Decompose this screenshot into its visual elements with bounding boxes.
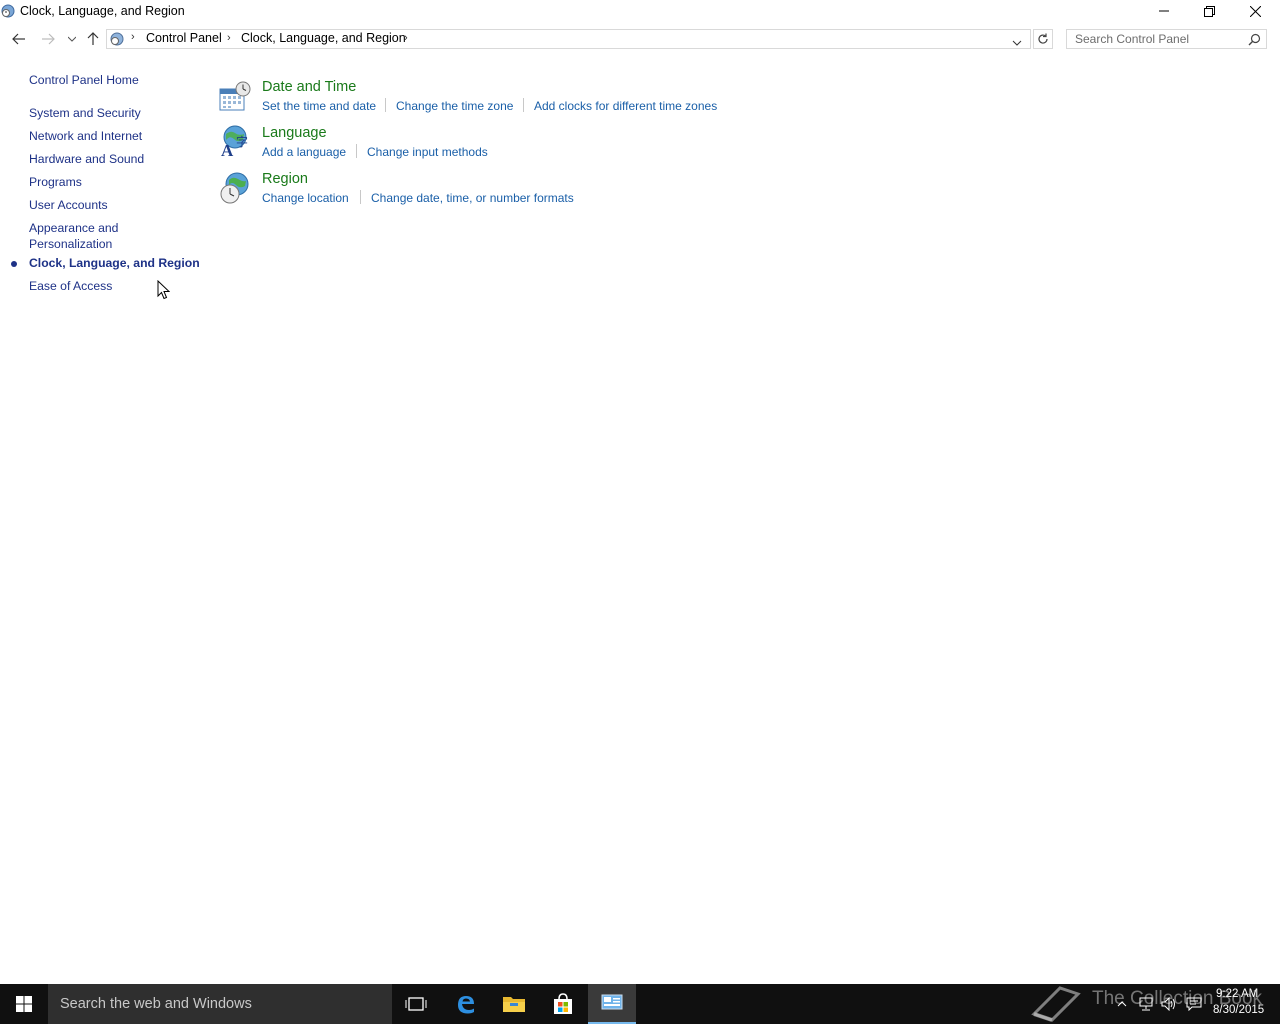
category-language[interactable]: Language xyxy=(262,125,327,141)
speaker-icon xyxy=(1161,997,1175,1011)
breadcrumb-separator[interactable]: › xyxy=(404,32,408,44)
windows-logo-icon xyxy=(16,996,32,1012)
file-explorer-button[interactable] xyxy=(490,984,538,1024)
link-add-a-language[interactable]: Add a language xyxy=(262,145,346,159)
search-input[interactable]: Search Control Panel xyxy=(1066,29,1267,49)
taskbar-clock-time[interactable]: 9:22 AM xyxy=(1216,988,1258,1000)
sidebar-item-user-accounts[interactable]: User Accounts xyxy=(29,198,108,212)
sidebar-item-ease-of-access[interactable]: Ease of Access xyxy=(29,279,112,293)
network-icon xyxy=(1139,997,1153,1011)
sidebar-item-label: Appearance and xyxy=(29,221,119,235)
network-tray-button[interactable] xyxy=(1138,996,1154,1012)
globe-clock-icon[interactable] xyxy=(218,171,252,205)
chevron-up-icon xyxy=(1117,1001,1127,1007)
sidebar-item-system-and-security[interactable]: System and Security xyxy=(29,106,141,120)
control-panel-app-icon xyxy=(1,4,15,18)
store-button[interactable] xyxy=(539,984,587,1024)
active-bullet-icon xyxy=(11,261,17,267)
svg-text:A: A xyxy=(221,141,234,158)
sidebar-item-hardware-and-sound[interactable]: Hardware and Sound xyxy=(29,152,144,166)
task-view-icon xyxy=(405,997,427,1011)
link-change-input-methods[interactable]: Change input methods xyxy=(367,145,488,159)
notification-icon xyxy=(1186,997,1202,1011)
volume-tray-button[interactable] xyxy=(1161,996,1177,1012)
category-region[interactable]: Region xyxy=(262,171,308,187)
arrow-left-icon xyxy=(12,33,25,45)
back-button[interactable] xyxy=(9,29,29,49)
window-title: Clock, Language, and Region xyxy=(20,4,185,18)
control-panel-icon xyxy=(601,994,623,1010)
breadcrumb-separator: › xyxy=(131,31,135,43)
edge-icon xyxy=(458,996,474,1014)
arrow-right-icon xyxy=(42,33,55,45)
link-divider xyxy=(360,190,361,204)
svg-text:字: 字 xyxy=(236,134,248,149)
start-button[interactable] xyxy=(0,984,48,1024)
link-change-location[interactable]: Change location xyxy=(262,191,349,205)
recent-locations-button[interactable] xyxy=(62,29,82,49)
category-date-and-time[interactable]: Date and Time xyxy=(262,79,356,95)
mouse-cursor-icon xyxy=(157,279,171,305)
breadcrumb-control-panel[interactable]: Control Panel xyxy=(146,31,222,45)
link-change-time-zone[interactable]: Change the time zone xyxy=(396,99,513,113)
taskbar-clock-date[interactable]: 8/30/2015 xyxy=(1213,1004,1264,1016)
link-change-formats[interactable]: Change date, time, or number formats xyxy=(371,191,574,205)
breadcrumb-current[interactable]: Clock, Language, and Region xyxy=(241,31,406,45)
chevron-down-icon xyxy=(68,36,76,42)
up-button[interactable] xyxy=(83,29,103,49)
sidebar-item-label: Personalization xyxy=(29,237,113,251)
sidebar-item-programs[interactable]: Programs xyxy=(29,175,82,189)
link-divider xyxy=(385,98,386,112)
language-icon[interactable]: A 字 xyxy=(218,124,252,160)
link-divider xyxy=(523,98,524,112)
link-divider xyxy=(356,144,357,158)
link-add-clocks[interactable]: Add clocks for different time zones xyxy=(534,99,717,113)
sidebar-item-appearance-and-personalization[interactable]: Appearance and Personalization xyxy=(29,221,118,251)
control-panel-icon xyxy=(110,32,124,46)
taskbar-search-placeholder: Search the web and Windows xyxy=(60,996,252,1012)
close-button[interactable] xyxy=(1232,0,1278,22)
taskbar: Search the web and Windows The Collectio… xyxy=(0,984,1280,1024)
refresh-button[interactable] xyxy=(1033,29,1053,49)
search-icon[interactable] xyxy=(1248,33,1261,51)
restore-icon xyxy=(1203,5,1215,17)
minimize-button[interactable] xyxy=(1141,0,1187,22)
link-set-time-and-date[interactable]: Set the time and date xyxy=(262,99,376,113)
task-view-button[interactable] xyxy=(392,984,440,1024)
minimize-icon xyxy=(1159,10,1169,12)
title-bar: Clock, Language, and Region xyxy=(0,0,1280,24)
chevron-down-icon xyxy=(1012,40,1022,46)
action-center-button[interactable] xyxy=(1186,996,1202,1012)
store-icon xyxy=(554,993,572,1014)
taskbar-search-box[interactable]: Search the web and Windows xyxy=(48,984,392,1024)
edge-browser-button[interactable] xyxy=(442,984,490,1024)
restore-button[interactable] xyxy=(1186,0,1232,22)
sidebar-control-panel-home[interactable]: Control Panel Home xyxy=(29,73,139,87)
control-panel-taskbar-button[interactable] xyxy=(588,984,636,1024)
sidebar-item-network-and-internet[interactable]: Network and Internet xyxy=(29,129,142,143)
refresh-icon xyxy=(1038,33,1048,44)
calendar-clock-icon[interactable] xyxy=(218,80,252,114)
address-history-dropdown[interactable] xyxy=(1012,34,1022,52)
sidebar-item-clock-language-region[interactable]: Clock, Language, and Region xyxy=(29,256,200,270)
breadcrumb-separator: › xyxy=(227,32,231,44)
forward-button[interactable] xyxy=(38,29,58,49)
close-icon xyxy=(1249,5,1261,17)
search-placeholder: Search Control Panel xyxy=(1075,32,1190,46)
arrow-up-icon xyxy=(87,32,99,45)
folder-icon xyxy=(503,997,525,1012)
show-hidden-icons-button[interactable] xyxy=(1114,996,1130,1012)
watermark-book-logo xyxy=(1030,984,1082,1029)
